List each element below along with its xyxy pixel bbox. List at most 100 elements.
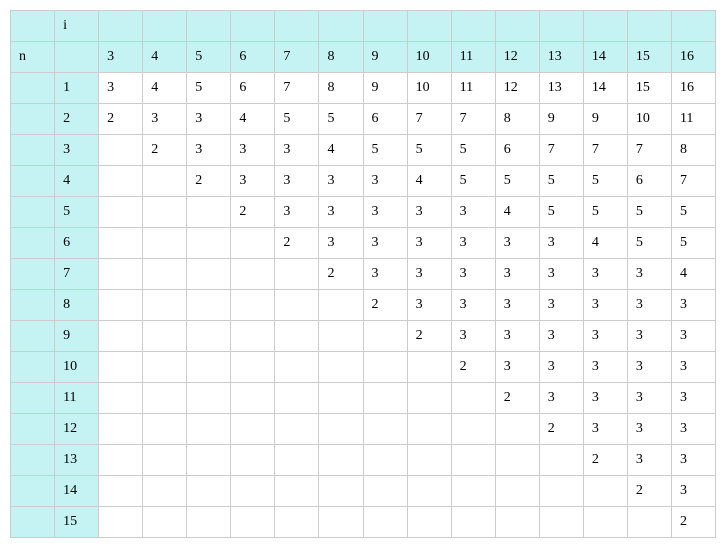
- data-cell: 5: [539, 166, 583, 197]
- col-header: 8: [319, 42, 363, 73]
- data-cell: [143, 197, 187, 228]
- row-leading-blank: [11, 352, 55, 383]
- data-cell: [275, 414, 319, 445]
- data-cell: [231, 476, 275, 507]
- row-header: 4: [55, 166, 99, 197]
- header-spacer: [363, 11, 407, 42]
- row-leading-blank: [11, 445, 55, 476]
- data-cell: [99, 197, 143, 228]
- data-cell: 3: [671, 476, 715, 507]
- data-cell: 3: [671, 321, 715, 352]
- data-cell: [99, 476, 143, 507]
- data-cell: [231, 383, 275, 414]
- data-cell: [187, 414, 231, 445]
- data-cell: [99, 321, 143, 352]
- data-cell: 3: [539, 228, 583, 259]
- data-cell: 3: [407, 259, 451, 290]
- table-row: 7233333334: [11, 259, 716, 290]
- row-leading-blank: [11, 135, 55, 166]
- data-cell: 3: [143, 104, 187, 135]
- row-leading-blank: [11, 104, 55, 135]
- data-cell: 5: [671, 228, 715, 259]
- data-cell: [231, 445, 275, 476]
- data-cell: [407, 383, 451, 414]
- data-cell: 5: [627, 228, 671, 259]
- col-header: 13: [539, 42, 583, 73]
- data-cell: 5: [275, 104, 319, 135]
- data-cell: 3: [539, 383, 583, 414]
- data-cell: 3: [319, 228, 363, 259]
- data-cell: [143, 290, 187, 321]
- data-cell: [99, 414, 143, 445]
- data-cell: 5: [671, 197, 715, 228]
- data-cell: [451, 507, 495, 538]
- data-cell: 10: [627, 104, 671, 135]
- table-row: 10233333: [11, 352, 716, 383]
- data-cell: 10: [407, 73, 451, 104]
- table-row: 13233: [11, 445, 716, 476]
- col-header: 14: [583, 42, 627, 73]
- data-cell: 3: [99, 73, 143, 104]
- data-cell: 5: [627, 197, 671, 228]
- data-cell: 2: [187, 166, 231, 197]
- data-cell: 3: [627, 383, 671, 414]
- row-header: 8: [55, 290, 99, 321]
- data-cell: [99, 259, 143, 290]
- row-header: 10: [55, 352, 99, 383]
- data-cell: 4: [319, 135, 363, 166]
- data-cell: 3: [671, 414, 715, 445]
- header-spacer: [99, 11, 143, 42]
- data-cell: 3: [231, 135, 275, 166]
- data-cell: [99, 352, 143, 383]
- col-header: 12: [495, 42, 539, 73]
- table-row: 62333333455: [11, 228, 716, 259]
- data-cell: 6: [231, 73, 275, 104]
- data-cell: [187, 507, 231, 538]
- data-cell: 4: [231, 104, 275, 135]
- table-row: 22334556778991011: [11, 104, 716, 135]
- row-header: 6: [55, 228, 99, 259]
- row-header: 12: [55, 414, 99, 445]
- data-cell: 3: [627, 352, 671, 383]
- data-cell: [187, 228, 231, 259]
- data-cell: [231, 414, 275, 445]
- col-header: 16: [671, 42, 715, 73]
- data-cell: 5: [451, 166, 495, 197]
- header-spacer: [407, 11, 451, 42]
- data-cell: 3: [539, 352, 583, 383]
- data-cell: [231, 321, 275, 352]
- data-cell: 3: [583, 383, 627, 414]
- data-cell: [187, 197, 231, 228]
- data-cell: [407, 476, 451, 507]
- data-cell: [583, 476, 627, 507]
- data-cell: 6: [363, 104, 407, 135]
- data-cell: 2: [495, 383, 539, 414]
- data-cell: 7: [407, 104, 451, 135]
- data-cell: [319, 383, 363, 414]
- data-cell: [275, 445, 319, 476]
- row-leading-blank: [11, 73, 55, 104]
- data-cell: [143, 414, 187, 445]
- data-cell: 12: [495, 73, 539, 104]
- data-cell: 5: [583, 166, 627, 197]
- data-cell: 5: [187, 73, 231, 104]
- data-cell: 3: [231, 166, 275, 197]
- data-cell: 3: [363, 259, 407, 290]
- data-cell: 3: [495, 290, 539, 321]
- data-cell: [231, 290, 275, 321]
- col-header: 4: [143, 42, 187, 73]
- row-axis-label: n: [11, 42, 55, 73]
- data-cell: 2: [363, 290, 407, 321]
- data-cell: [407, 507, 451, 538]
- header-spacer: [495, 11, 539, 42]
- data-cell: 3: [407, 228, 451, 259]
- row-header: 5: [55, 197, 99, 228]
- col-header: 11: [451, 42, 495, 73]
- data-cell: [187, 476, 231, 507]
- table-row-header-cols: n345678910111213141516: [11, 42, 716, 73]
- data-cell: 7: [539, 135, 583, 166]
- header-spacer: [671, 11, 715, 42]
- data-cell: 3: [451, 197, 495, 228]
- data-cell: 5: [407, 135, 451, 166]
- row-header: 11: [55, 383, 99, 414]
